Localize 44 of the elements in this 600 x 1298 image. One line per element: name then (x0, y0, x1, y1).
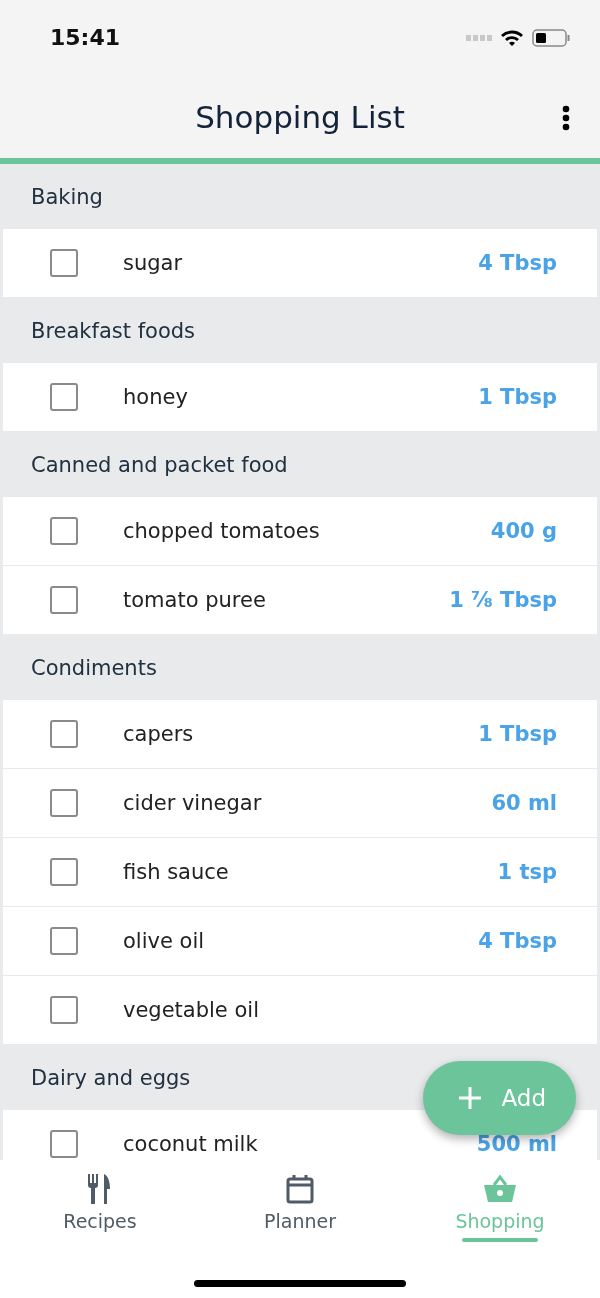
item-name: tomato puree (123, 588, 267, 612)
checkbox[interactable] (50, 858, 78, 886)
item-name: cider vinegar (123, 791, 263, 815)
checkbox[interactable] (50, 249, 78, 277)
item-name: vegetable oil (123, 998, 260, 1022)
checkbox[interactable] (50, 1130, 78, 1158)
item-name: honey (123, 385, 189, 409)
checkbox[interactable] (50, 383, 78, 411)
item-name: capers (123, 722, 195, 746)
checkbox[interactable] (50, 517, 78, 545)
page-title: Shopping List (195, 98, 405, 135)
wifi-icon (500, 28, 524, 47)
item-amount: 1 tsp (497, 860, 557, 884)
basket-icon (484, 1174, 516, 1204)
plus-icon (459, 1087, 482, 1109)
category-heading: Canned and packet food (31, 452, 288, 477)
item-name: olive oil (123, 929, 206, 953)
status-time: 15:41 (50, 25, 121, 50)
item-amount: 500 ml (476, 1132, 557, 1156)
checkbox[interactable] (50, 720, 78, 748)
item-amount: 4 Tbsp (478, 251, 557, 275)
item-name: fish sauce (123, 860, 230, 884)
battery-icon (532, 28, 570, 47)
tab-bar-item[interactable]: Planner (200, 1160, 400, 1258)
checkbox[interactable] (50, 996, 78, 1024)
item-amount: 60 ml (491, 791, 557, 815)
item-amount: 1 Tbsp (478, 722, 557, 746)
tab-bar-item[interactable]: Recipes (0, 1160, 200, 1258)
item-amount: 400 g (490, 519, 557, 543)
category-heading: Dairy and eggs (31, 1065, 191, 1090)
item-name: coconut milk (123, 1132, 259, 1156)
item-amount: 1 Tbsp (478, 385, 557, 409)
item-amount: 1 ⅞ Tbsp (449, 588, 557, 612)
calendar-icon (286, 1174, 314, 1204)
category-heading: Condiments (31, 655, 157, 680)
category-heading: Baking (31, 184, 103, 209)
signal-icon (466, 34, 492, 41)
item-amount: 4 Tbsp (478, 929, 557, 953)
checkbox[interactable] (50, 586, 78, 614)
category-heading: Breakfast foods (31, 318, 195, 343)
checkbox[interactable] (50, 927, 78, 955)
item-name: chopped tomatoes (123, 519, 321, 543)
item-name: sugar (123, 251, 184, 275)
checkbox[interactable] (50, 789, 78, 817)
